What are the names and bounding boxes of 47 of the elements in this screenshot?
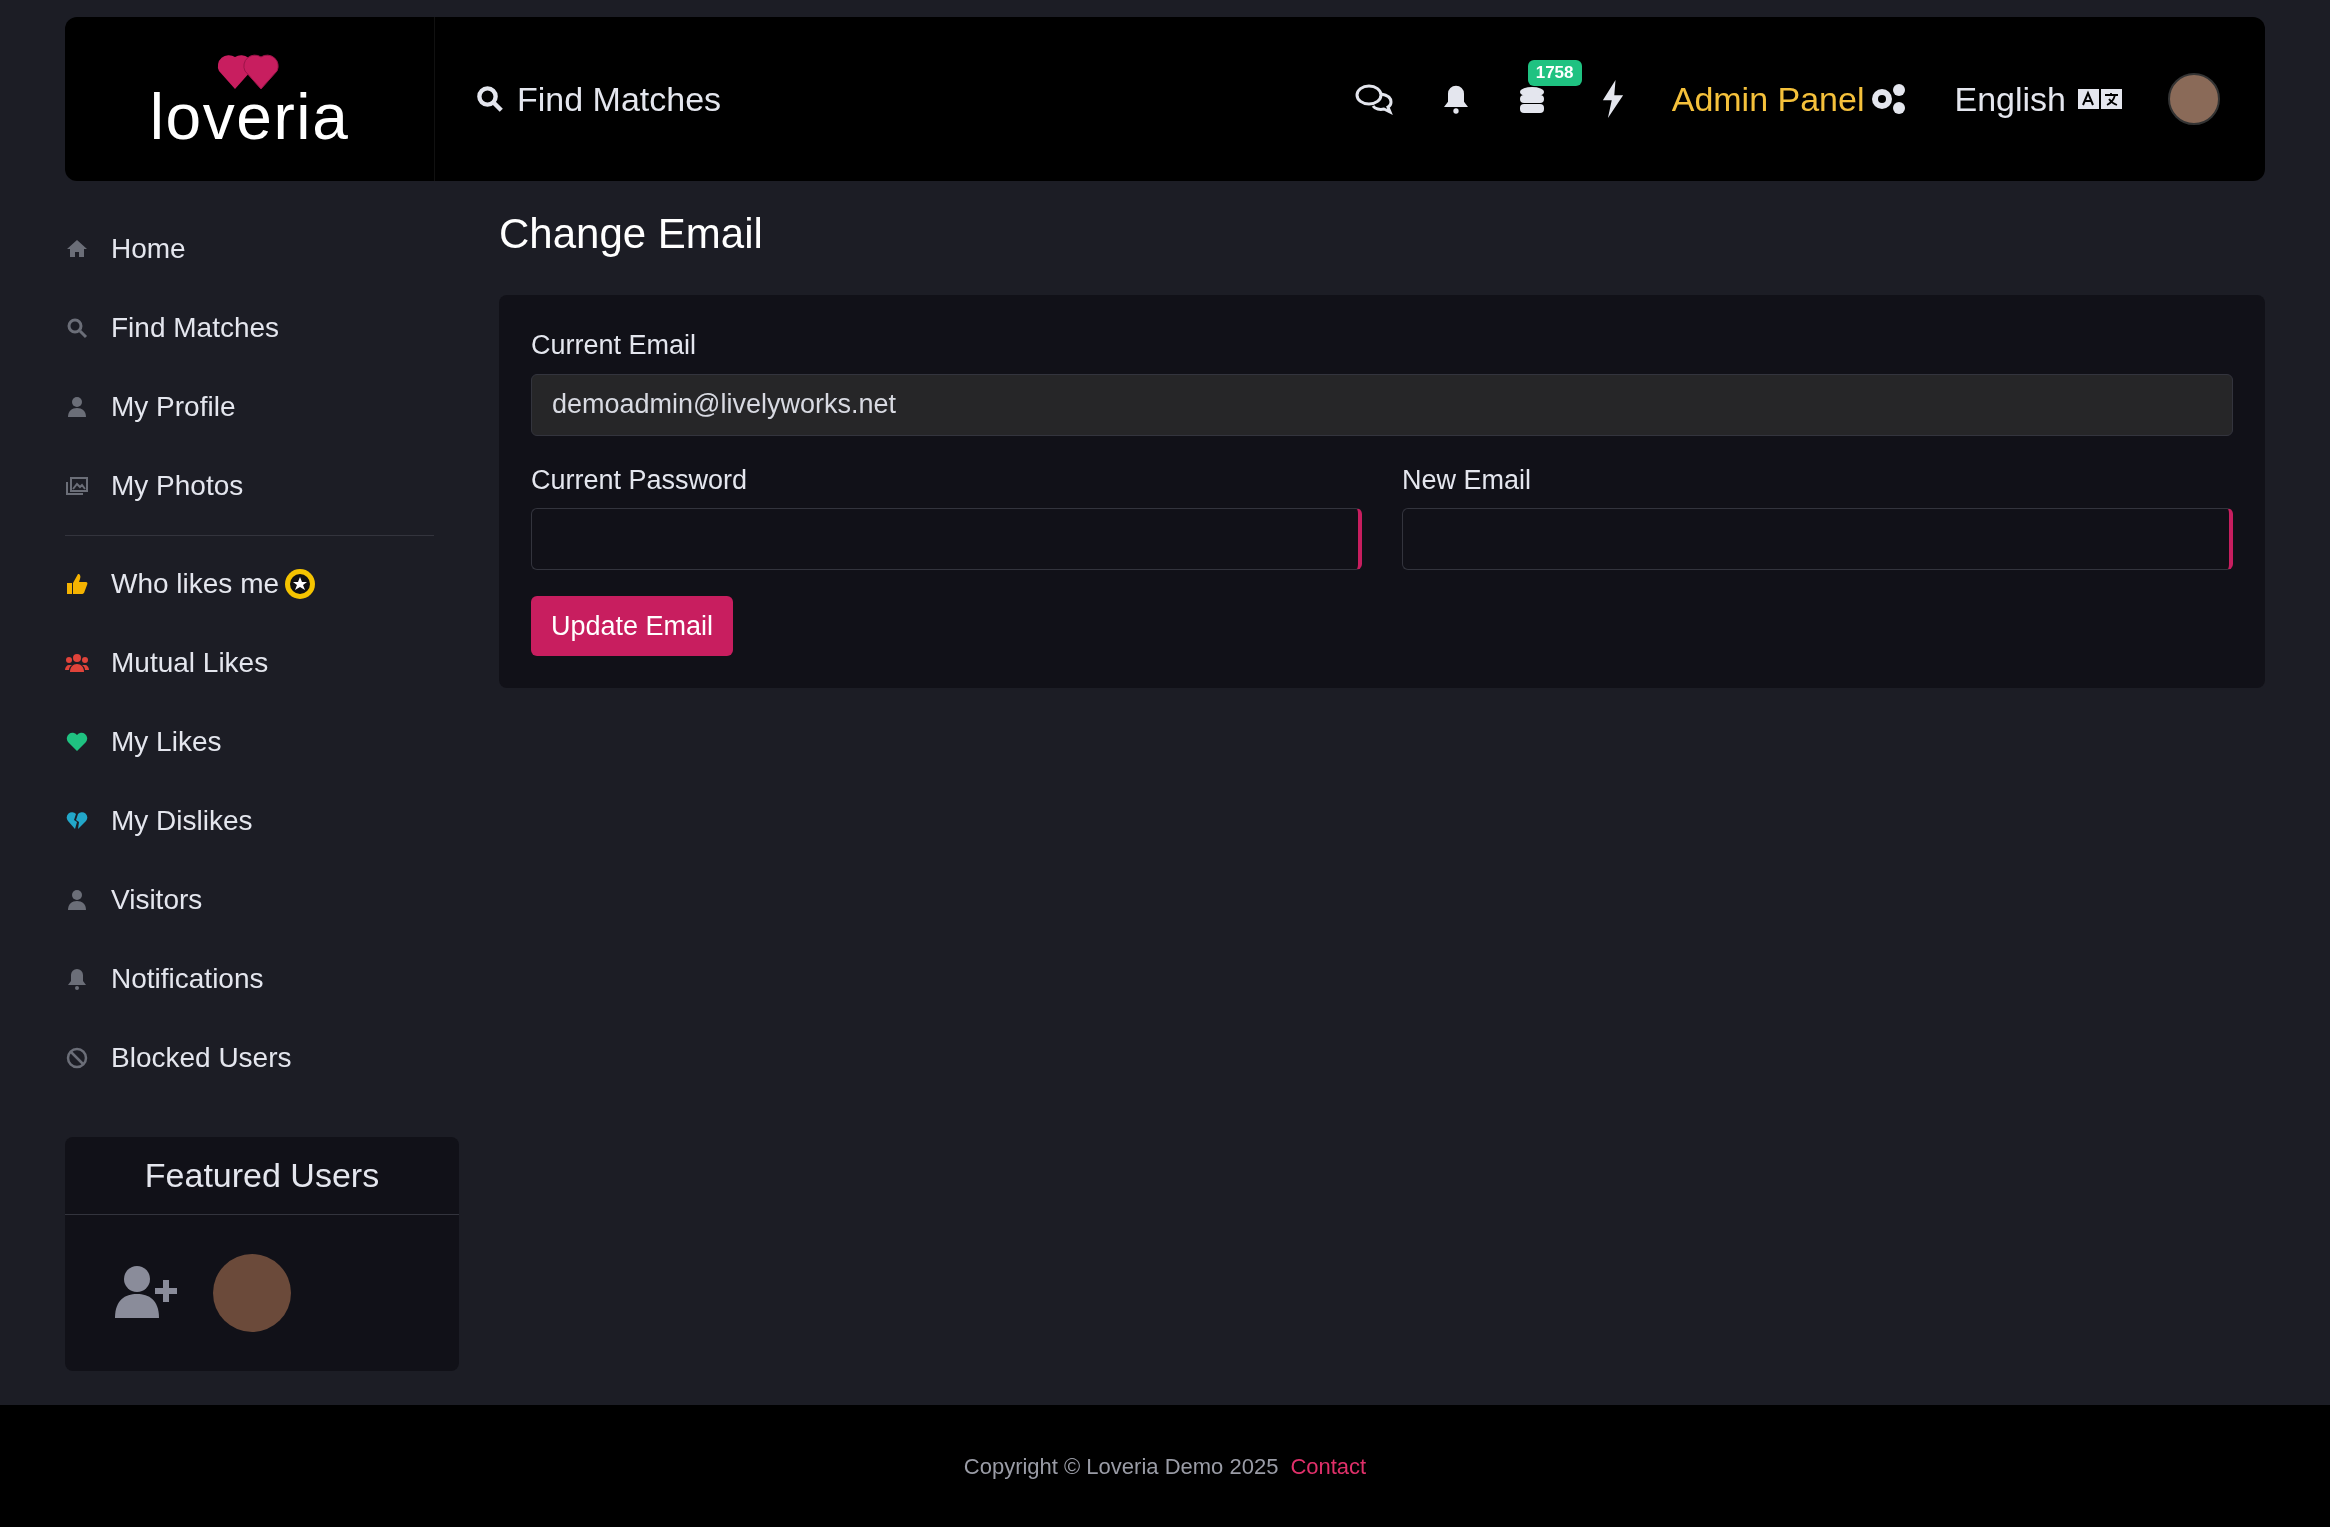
logo[interactable]: loveria xyxy=(149,49,350,149)
field-label: New Email xyxy=(1402,463,1532,497)
page-title: Change Email xyxy=(499,213,763,255)
sidebar-item[interactable]: Notifications xyxy=(65,939,434,1018)
sidebar-item-label: My Profile xyxy=(111,389,236,424)
card-title: Featured Users xyxy=(144,1155,380,1196)
password-field[interactable] xyxy=(531,508,1362,570)
search-icon xyxy=(475,84,505,114)
sidebar-item[interactable]: Find Matches xyxy=(65,288,459,367)
new-email-field[interactable] xyxy=(1402,508,2233,570)
coins-count-badge: 1758 xyxy=(1527,60,1582,86)
sidebar-item[interactable]: My Dislikes xyxy=(65,781,434,860)
translate-icon xyxy=(2078,87,2122,111)
sidebar-item[interactable]: Who likes me xyxy=(65,544,434,623)
sidebar-item-label: Home xyxy=(111,231,186,266)
update-email-button[interactable]: Update Email xyxy=(531,596,734,656)
chat-bubbles-icon[interactable] xyxy=(1353,82,1394,116)
admin-panel-link[interactable]: Admin Panel xyxy=(1671,73,1909,125)
language-selector[interactable]: English xyxy=(1954,73,2122,125)
sidebar-item-label: My Dislikes xyxy=(111,803,253,838)
sidebar-item-label: Who likes me xyxy=(111,566,280,601)
thumbs-up-icon xyxy=(65,571,89,596)
sidebar-item[interactable]: Visitors xyxy=(65,860,434,939)
sidebar-item-label: Blocked Users xyxy=(111,1040,292,1075)
sidebar-item[interactable]: Home xyxy=(65,209,459,288)
user-avatar[interactable] xyxy=(2168,73,2220,125)
user-icon xyxy=(65,887,89,912)
current-email-field[interactable]: demoadmin@livelyworks.net xyxy=(531,373,2233,436)
field-label: Current Password xyxy=(531,463,748,497)
sidebar-item[interactable]: Blocked Users xyxy=(65,1018,434,1097)
bell-icon xyxy=(65,966,89,991)
sidebar-item[interactable]: My Photos xyxy=(65,446,459,525)
field-label: Current Email xyxy=(531,329,697,362)
sidebar-item-label: Find Matches xyxy=(111,310,280,345)
user-icon xyxy=(65,394,89,419)
sidebar-item-label: Mutual Likes xyxy=(111,645,269,680)
sidebar-item-label: My Likes xyxy=(111,724,222,759)
copyright-text: Copyright © Loveria Demo 2025 xyxy=(963,1452,1279,1481)
sidebar-item[interactable]: Mutual Likes xyxy=(65,623,434,702)
sidebar-item[interactable]: My Likes xyxy=(65,702,434,781)
sidebar-item-label: Notifications xyxy=(111,961,264,996)
find-matches-link[interactable]: Find Matches xyxy=(475,73,722,125)
sidebar-item-label: My Photos xyxy=(111,468,244,503)
sidebar-item-label: Visitors xyxy=(111,882,203,917)
contact-link[interactable]: Contact xyxy=(1290,1449,1367,1483)
sidebar-item[interactable]: My Profile xyxy=(65,367,459,446)
ban-icon xyxy=(65,1045,89,1070)
